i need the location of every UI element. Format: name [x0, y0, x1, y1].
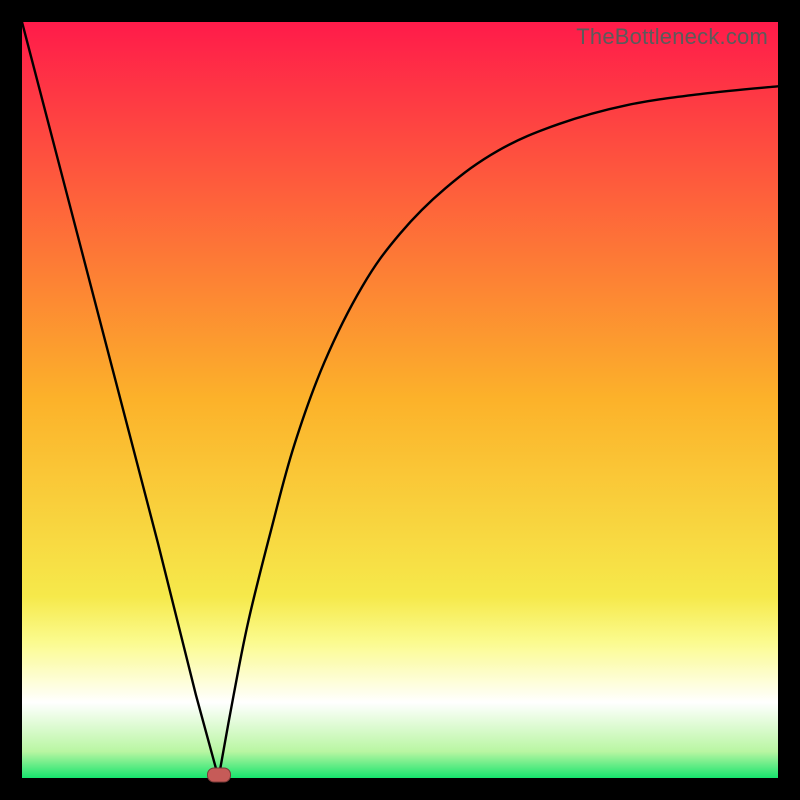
min-marker [207, 768, 231, 783]
watermark-label: TheBottleneck.com [576, 24, 768, 50]
chart-plot [22, 22, 778, 778]
gradient-background [22, 22, 778, 778]
chart-frame: TheBottleneck.com [22, 22, 778, 778]
